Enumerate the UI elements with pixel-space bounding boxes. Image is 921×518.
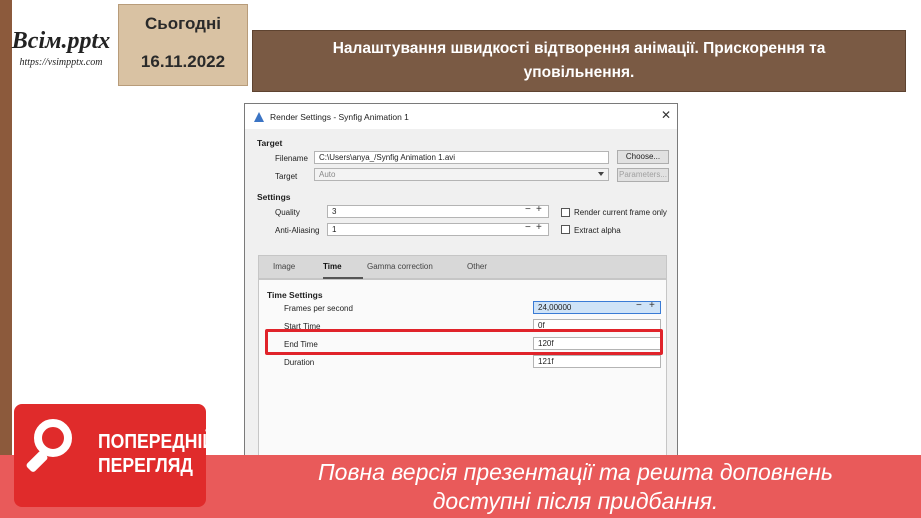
- quality-field[interactable]: 3: [327, 205, 549, 218]
- left-accent-bar: [0, 0, 12, 518]
- close-icon[interactable]: ✕: [661, 108, 671, 122]
- antialias-minus-icon[interactable]: −: [525, 222, 531, 233]
- target-section-label: Target: [257, 138, 283, 148]
- extract-alpha-checkbox[interactable]: [561, 225, 570, 234]
- fps-label: Frames per second: [284, 304, 353, 313]
- date-value: 16.11.2022: [140, 52, 226, 71]
- synfig-app-icon: [254, 111, 264, 122]
- extract-alpha-label: Extract alpha: [574, 226, 621, 235]
- quality-plus-icon[interactable]: +: [536, 204, 542, 215]
- antialias-field[interactable]: 1: [327, 223, 549, 236]
- duration-field[interactable]: 121f: [533, 355, 661, 368]
- tab-other[interactable]: Other: [467, 262, 487, 271]
- antialias-plus-icon[interactable]: +: [536, 222, 542, 233]
- slide-title: Налаштування швидкості відтворення аніма…: [252, 30, 906, 92]
- tab-gamma-correction[interactable]: Gamma correction: [367, 262, 433, 271]
- footer-line-1: Повна версія презентації та решта доповн…: [318, 459, 833, 485]
- dialog-titlebar: Render Settings - Synfig Animation 1 ✕: [245, 104, 677, 129]
- date-label: Сьогодні: [145, 14, 221, 33]
- parameters-button[interactable]: Parameters...: [617, 168, 669, 182]
- render-current-label: Render current frame only: [574, 208, 667, 217]
- preview-badge[interactable]: ПОПЕРЕДНІЙ ПЕРЕГЛЯД: [14, 404, 215, 507]
- preview-line-2: ПЕРЕГЛЯД: [98, 455, 193, 477]
- target-select[interactable]: Auto: [314, 168, 609, 181]
- quality-label: Quality: [275, 208, 300, 217]
- target-select-value: Auto: [319, 170, 336, 179]
- choose-button[interactable]: Choose...: [617, 150, 669, 164]
- footer-text: Повна версія презентації та решта доповн…: [230, 458, 921, 516]
- logo-url: https://vsimpptx.com: [19, 57, 103, 68]
- target-label: Target: [275, 172, 298, 181]
- logo: Всім.pptx https://vsimpptx.com: [6, 28, 116, 68]
- duration-label: Duration: [284, 358, 315, 367]
- filename-field[interactable]: C:\Users\anya_/Synfig Animation 1.avi: [314, 151, 609, 164]
- preview-line-1: ПОПЕРЕДНІЙ: [98, 431, 215, 453]
- end-time-highlight: [265, 329, 663, 355]
- antialias-label: Anti-Aliasing: [275, 226, 320, 235]
- tab-bar: Image Time Gamma correction Other: [258, 255, 667, 279]
- filename-label: Filename: [275, 154, 308, 163]
- fps-plus-icon[interactable]: +: [649, 300, 655, 311]
- quality-minus-icon[interactable]: −: [525, 204, 531, 215]
- fps-minus-icon[interactable]: −: [636, 300, 642, 311]
- date-box: Сьогодні 16.11.2022: [118, 4, 248, 86]
- tab-image[interactable]: Image: [273, 262, 295, 271]
- settings-section-label: Settings: [257, 192, 291, 202]
- time-settings-label: Time Settings: [267, 290, 323, 300]
- logo-text: Всім.pptx: [11, 28, 111, 54]
- time-settings-panel: Time Settings Frames per second 24,00000…: [258, 279, 667, 456]
- render-settings-dialog: Render Settings - Synfig Animation 1 ✕ T…: [244, 103, 678, 457]
- tab-time[interactable]: Time: [323, 262, 342, 271]
- dialog-title: Render Settings - Synfig Animation 1: [270, 111, 409, 122]
- chevron-down-icon: [598, 172, 604, 176]
- footer-line-2: доступні після придбання.: [432, 488, 719, 514]
- magnifier-handle-icon: [25, 449, 49, 474]
- render-current-checkbox[interactable]: [561, 208, 570, 217]
